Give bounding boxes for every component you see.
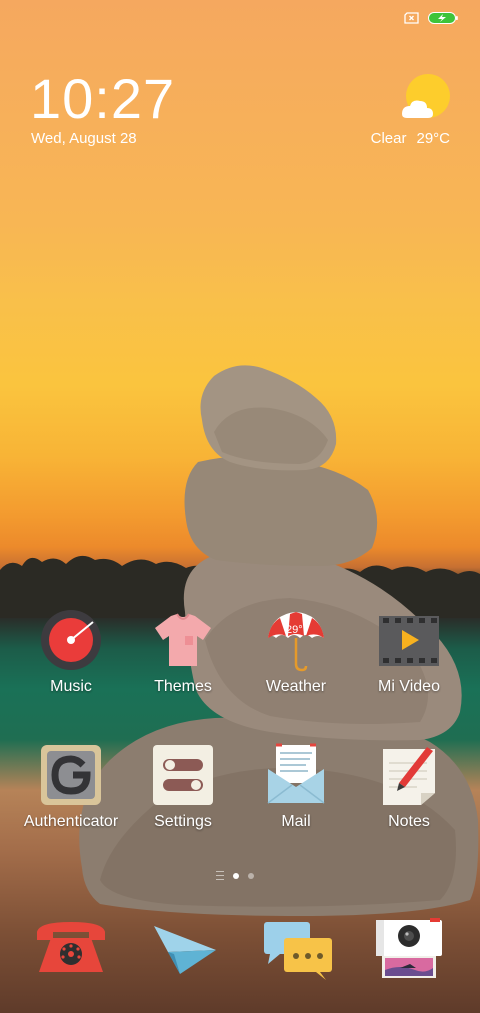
camera-icon — [376, 918, 442, 978]
settings-toggles-icon — [153, 745, 213, 805]
app-label: Settings — [154, 813, 212, 830]
weather-temperature: 29°C — [416, 130, 450, 147]
app-mail[interactable]: Mail — [241, 743, 351, 831]
page-dot — [248, 872, 254, 879]
page-indicator[interactable] — [216, 871, 254, 880]
app-label: Notes — [388, 813, 430, 830]
app-settings[interactable]: Settings — [128, 743, 238, 831]
dock-paper-plane[interactable] — [146, 916, 226, 986]
app-label: Weather — [265, 678, 327, 695]
phone-icon — [37, 922, 105, 972]
notes-pencil-icon — [383, 747, 435, 805]
app-weather[interactable]: 29° Weather — [241, 608, 351, 696]
app-label: Authenticator — [23, 813, 119, 830]
dock-messages[interactable] — [258, 916, 338, 986]
themes-shirt-icon — [155, 613, 211, 666]
app-label: Music — [50, 678, 92, 695]
app-themes[interactable]: Themes — [128, 608, 238, 696]
sun-cloud-icon[interactable] — [400, 74, 452, 122]
app-music[interactable]: Music — [16, 608, 126, 696]
weather-icon-temp: 29° — [286, 624, 303, 636]
app-mi-video[interactable]: Mi Video — [354, 608, 464, 696]
messages-bubbles-icon — [264, 922, 332, 980]
clock-date[interactable]: Wed, August 28 — [31, 130, 137, 147]
dock-phone[interactable] — [31, 916, 111, 986]
app-notes[interactable]: Notes — [354, 743, 464, 831]
status-bar — [404, 12, 458, 24]
app-label: Themes — [154, 678, 212, 695]
menu-lines-icon — [216, 871, 224, 880]
wallpaper-rock-stack — [79, 365, 479, 916]
battery-charging-icon — [428, 12, 458, 24]
paper-plane-icon — [154, 926, 216, 974]
page-dot-active — [233, 872, 239, 879]
video-film-icon — [379, 616, 439, 666]
weather-umbrella-icon: 29° — [268, 612, 324, 672]
weather-condition: Clear — [370, 130, 407, 147]
app-label: Mi Video — [378, 678, 440, 695]
authenticator-icon — [41, 745, 101, 805]
app-authenticator[interactable]: Authenticator — [16, 743, 126, 831]
mail-envelope-icon — [267, 743, 325, 804]
clock-time[interactable]: 10:27 — [30, 66, 175, 131]
sim-card-x-icon — [404, 12, 419, 24]
dock-camera[interactable] — [370, 914, 450, 984]
app-label: Mail — [281, 813, 311, 830]
weather-summary[interactable]: Clear 29°C — [371, 130, 450, 147]
music-icon — [41, 610, 101, 670]
